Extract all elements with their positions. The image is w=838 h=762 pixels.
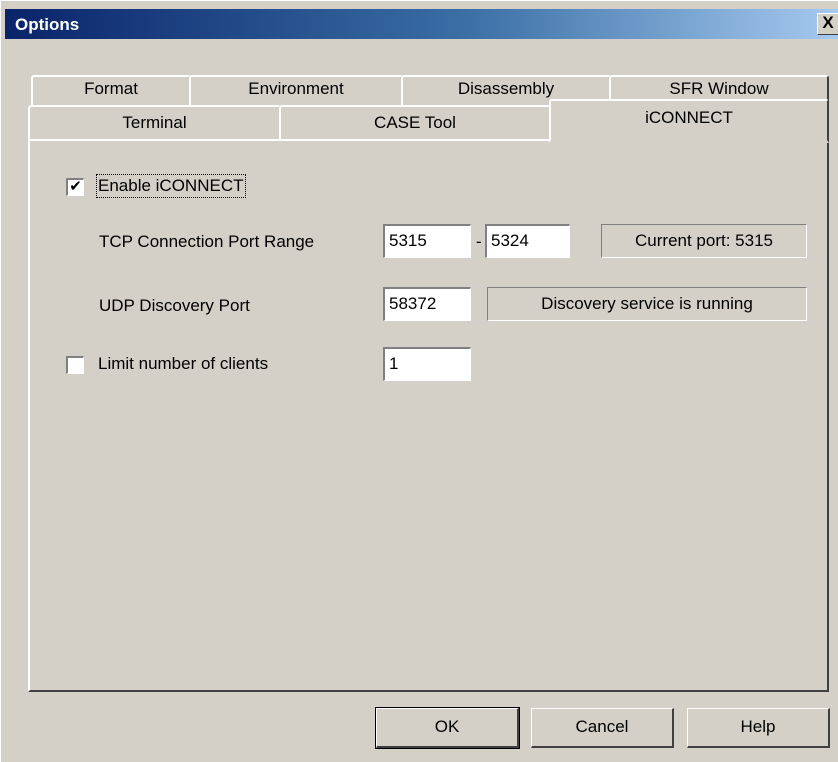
help-button[interactable]: Help xyxy=(687,708,830,748)
limit-clients-checkbox[interactable] xyxy=(66,356,84,374)
title-bar: Options X xyxy=(5,9,838,39)
tab-label: Environment xyxy=(248,79,344,98)
ok-button[interactable]: OK xyxy=(375,707,520,749)
limit-clients-label[interactable]: Limit number of clients xyxy=(98,354,268,374)
tab-iconnect[interactable]: iCONNECT xyxy=(549,99,829,143)
enable-iconnect-label[interactable]: Enable iCONNECT xyxy=(96,174,246,198)
udp-discovery-port-label: UDP Discovery Port xyxy=(99,296,250,315)
tab-label: SFR Window xyxy=(669,79,769,98)
udp-discovery-port-input[interactable]: 58372 xyxy=(383,287,471,321)
close-button[interactable]: X xyxy=(817,13,838,35)
tab-label: Disassembly xyxy=(457,79,555,98)
current-port-status: Current port: 5315 xyxy=(601,224,807,258)
close-icon: X xyxy=(822,13,834,32)
tab-label: Format xyxy=(84,79,138,98)
discovery-service-status: Discovery service is running xyxy=(487,287,807,321)
tab-label: CASE Tool xyxy=(374,113,456,132)
tab-terminal[interactable]: Terminal xyxy=(28,105,281,141)
tab-format[interactable]: Format xyxy=(31,75,191,105)
limit-clients-input[interactable]: 1 xyxy=(383,347,471,381)
iconnect-panel xyxy=(28,139,829,692)
tab-label: iCONNECT xyxy=(645,108,733,127)
tcp-port-to-input[interactable]: 5324 xyxy=(485,224,570,258)
tab-case-tool[interactable]: CASE Tool xyxy=(279,105,551,141)
tcp-port-range-label: TCP Connection Port Range xyxy=(99,232,315,251)
port-range-dash: - xyxy=(476,232,482,251)
window-title: Options xyxy=(15,15,80,34)
tab-environment[interactable]: Environment xyxy=(189,75,403,105)
tcp-port-from-input[interactable]: 5315 xyxy=(383,224,471,258)
check-icon: ✔ xyxy=(69,178,82,195)
tab-label: Terminal xyxy=(122,113,187,132)
options-dialog: Options X Format Environment Disassembly… xyxy=(0,0,838,762)
enable-iconnect-checkbox[interactable]: ✔ xyxy=(66,178,84,196)
cancel-button[interactable]: Cancel xyxy=(531,708,674,748)
